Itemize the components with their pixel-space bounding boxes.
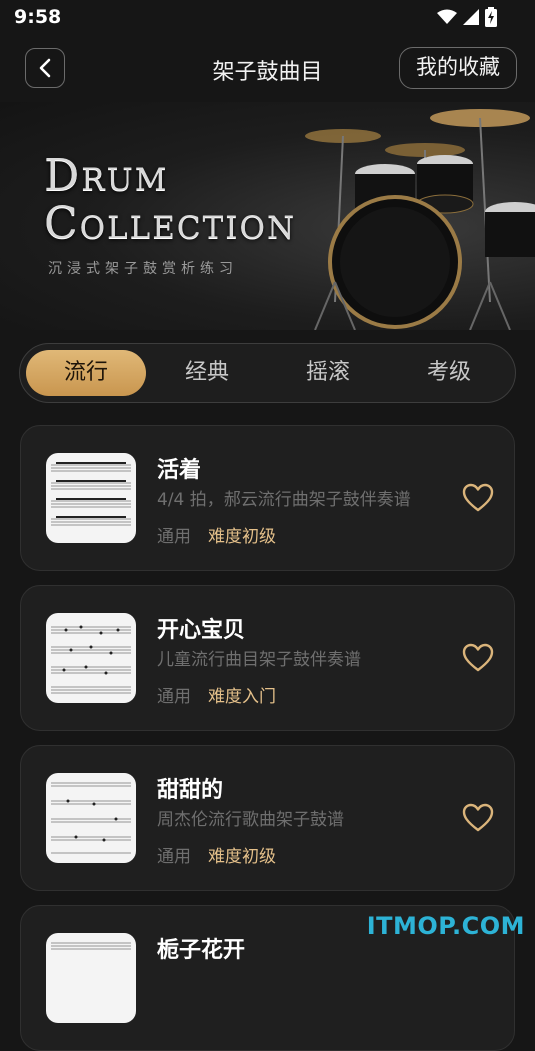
song-tag: 通用 <box>157 687 191 707</box>
song-difficulty: 难度初级 <box>208 527 276 547</box>
song-tag: 通用 <box>157 847 191 867</box>
heart-icon[interactable] <box>462 483 494 513</box>
sheet-music-thumbnail <box>46 773 136 863</box>
signal-icon <box>463 9 479 25</box>
song-description: 周杰伦流行歌曲架子鼓谱 <box>157 810 344 830</box>
tab-pop[interactable]: 流行 <box>26 350 146 396</box>
battery-icon <box>485 7 497 27</box>
hero-banner: Drum Collection 沉浸式架子鼓赏析练习 <box>0 102 535 330</box>
hero-title-line2: Collection <box>44 198 297 249</box>
heart-icon[interactable] <box>462 803 494 833</box>
status-bar: 9:58 <box>0 0 535 36</box>
song-card[interactable]: 开心宝贝 儿童流行曲目架子鼓伴奏谱 通用 难度入门 <box>20 585 515 731</box>
song-title: 栀子花开 <box>157 938 246 963</box>
song-difficulty: 难度入门 <box>208 687 276 707</box>
sheet-music-thumbnail <box>46 933 136 1023</box>
song-card[interactable]: 甜甜的 周杰伦流行歌曲架子鼓谱 通用 难度初级 <box>20 745 515 891</box>
song-difficulty: 难度初级 <box>208 847 276 867</box>
header: 架子鼓曲目 我的收藏 <box>0 36 535 102</box>
my-favorites-button[interactable]: 我的收藏 <box>399 47 517 89</box>
hero-title-line1: Drum <box>44 150 169 201</box>
song-tag: 通用 <box>157 527 191 547</box>
hero-subtitle: 沉浸式架子鼓赏析练习 <box>48 261 238 277</box>
song-title: 活着 <box>157 458 202 483</box>
category-tabs: 流行 经典 摇滚 考级 <box>19 343 516 403</box>
wifi-icon <box>437 9 457 24</box>
song-title: 开心宝贝 <box>157 618 246 643</box>
sheet-music-thumbnail <box>46 613 136 703</box>
status-icons <box>437 7 497 27</box>
sheet-music-thumbnail <box>46 453 136 543</box>
watermark: ITMOP.COM <box>366 912 525 940</box>
song-description: 4/4 拍，郝云流行曲架子鼓伴奏谱 <box>157 490 411 510</box>
tab-exam[interactable]: 考级 <box>389 350 509 396</box>
tab-rock[interactable]: 摇滚 <box>268 350 388 396</box>
heart-icon[interactable] <box>462 643 494 673</box>
drum-kit-image <box>305 109 535 330</box>
tab-classic[interactable]: 经典 <box>147 350 267 396</box>
song-title: 甜甜的 <box>157 778 224 803</box>
status-time: 9:58 <box>14 6 62 28</box>
song-description: 儿童流行曲目架子鼓伴奏谱 <box>157 650 361 670</box>
song-card[interactable]: 活着 4/4 拍，郝云流行曲架子鼓伴奏谱 通用 难度初级 <box>20 425 515 571</box>
